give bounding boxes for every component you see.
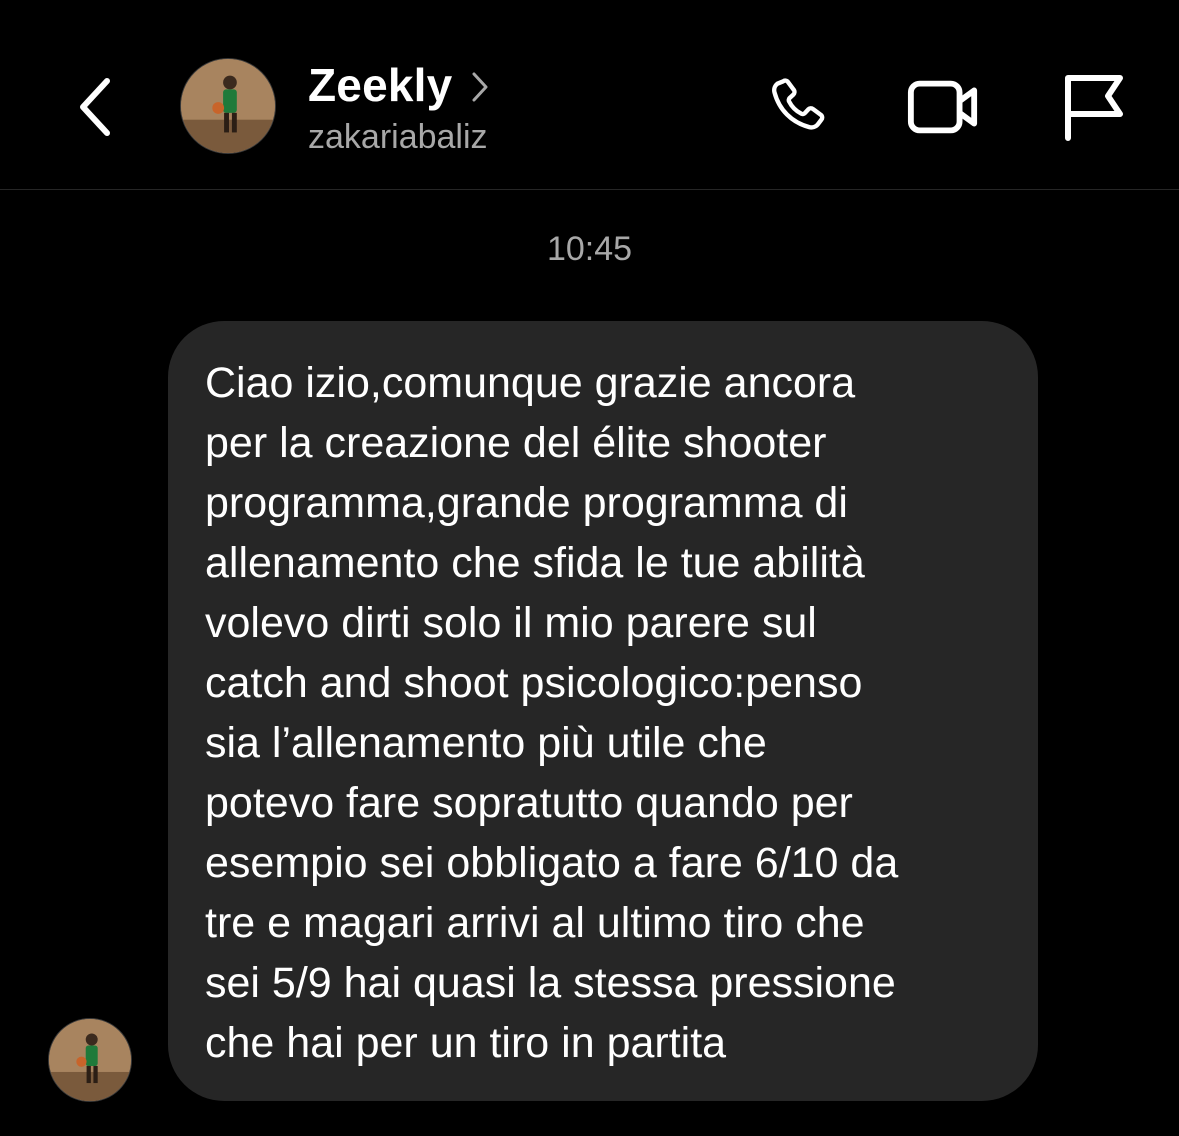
contact-name: Zeekly	[308, 59, 453, 111]
chat-header: Zeekly zakariabaliz	[0, 0, 1179, 190]
message-bubble[interactable]: Ciao izio,comunque grazie ancora per la …	[168, 321, 1038, 1101]
avatar[interactable]	[180, 58, 276, 154]
report-button[interactable]	[1056, 70, 1130, 144]
audio-call-button[interactable]	[762, 70, 836, 144]
contact-username: zakariabaliz	[308, 118, 488, 156]
back-chevron-icon	[80, 78, 110, 136]
avatar-photo	[181, 59, 275, 153]
video-call-button[interactable]	[906, 70, 980, 144]
avatar-photo	[49, 1019, 131, 1101]
back-button[interactable]	[60, 62, 130, 152]
message-timestamp: 10:45	[546, 230, 633, 268]
sender-avatar[interactable]	[48, 1018, 132, 1102]
chevron-right-icon	[472, 72, 488, 102]
phone-icon	[772, 78, 825, 130]
message-text: Ciao izio,comunque grazie ancora per la …	[205, 359, 899, 1067]
video-camera-icon	[907, 80, 978, 134]
flag-icon	[1065, 75, 1123, 141]
contact-name-row[interactable]: Zeekly	[308, 58, 490, 112]
